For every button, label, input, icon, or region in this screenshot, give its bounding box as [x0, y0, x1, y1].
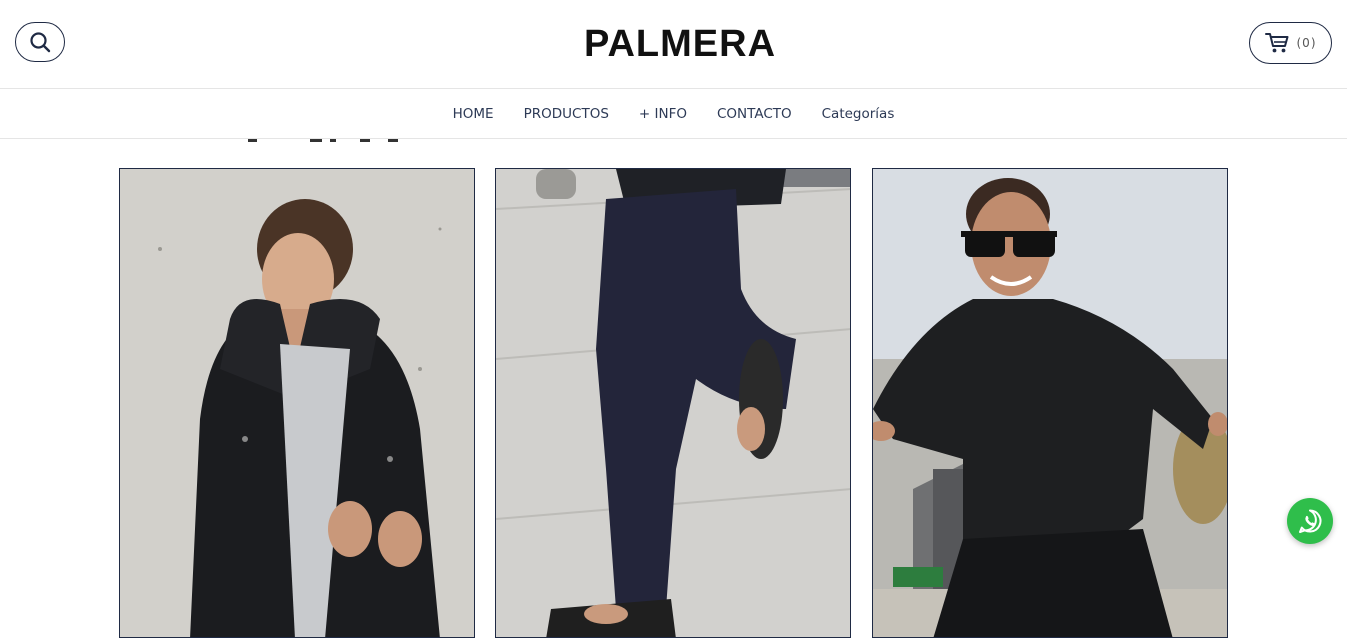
nav-item-contacto[interactable]: CONTACTO [717, 106, 792, 122]
whatsapp-button[interactable] [1287, 498, 1333, 544]
cart-icon [1264, 33, 1288, 53]
product-card-1[interactable] [119, 168, 475, 638]
nav-item-info[interactable]: + INFO [639, 106, 687, 122]
site-logo[interactable]: PALMERA [560, 22, 800, 66]
whatsapp-icon [1299, 509, 1322, 533]
cart-count: (0) [1296, 36, 1317, 50]
cart-button[interactable]: (0) [1249, 22, 1332, 64]
search-button[interactable] [15, 22, 65, 62]
product-image-jacket [120, 169, 474, 637]
site-header: PALMERA (0) [0, 0, 1347, 88]
product-card-3[interactable] [872, 168, 1228, 638]
product-card-2[interactable] [495, 168, 851, 638]
nav-item-home[interactable]: HOME [453, 106, 494, 122]
product-image-pants [496, 169, 850, 637]
search-icon [30, 32, 51, 53]
nav-item-productos[interactable]: PRODUCTOS [524, 106, 609, 122]
main-nav: HOME PRODUCTOS + INFO CONTACTO Categoría… [0, 88, 1347, 139]
product-image-sweater [873, 169, 1227, 637]
nav-item-categorias[interactable]: Categorías [822, 106, 895, 122]
